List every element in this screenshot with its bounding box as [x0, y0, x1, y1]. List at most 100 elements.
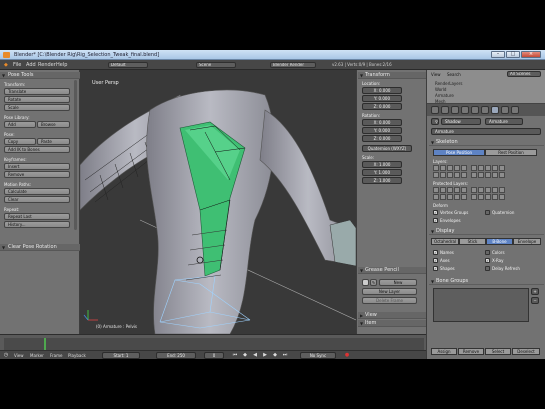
history-button[interactable]: History...	[4, 221, 70, 228]
envelopes-checkbox[interactable]: ✓	[433, 218, 438, 223]
jump-start-icon[interactable]: ⏮	[232, 353, 238, 358]
end-frame-field[interactable]: End: 250	[156, 352, 196, 359]
grease-pencil-delete-frame-button[interactable]: Delete Frame	[362, 297, 417, 304]
bone-group-remove-bones-button[interactable]: Remove	[458, 348, 484, 355]
pose-library-browse-button[interactable]: Browse	[37, 121, 70, 128]
skeleton-header[interactable]: ▼ Skeleton	[429, 139, 544, 146]
3d-viewport[interactable]: User Persp (0) Armature : Pelvis	[80, 70, 356, 334]
close-button[interactable]: ×	[521, 51, 541, 58]
armature-name-field[interactable]: Armature	[431, 128, 541, 135]
colors-checkbox[interactable]	[485, 250, 490, 255]
outliner-row[interactable]: Armature	[435, 93, 454, 98]
grease-pencil-checkbox[interactable]	[362, 279, 369, 286]
grease-pencil-new-button[interactable]: New	[379, 279, 417, 286]
render-engine-select[interactable]: Blender Render	[270, 62, 316, 68]
vertex-groups-checkbox[interactable]: ✓	[433, 210, 438, 215]
location-y-field[interactable]: Y: 0.000	[362, 95, 402, 102]
armature-data-tab-icon[interactable]	[491, 106, 499, 114]
rotation-mode-select[interactable]: Quaternion (WXYZ)	[362, 145, 412, 152]
object-mode2-field[interactable]: Armature	[485, 118, 523, 125]
rotation-y-field[interactable]: Y: 0.000	[362, 127, 402, 134]
pose-tools-header[interactable]: ▼ Pose Tools	[0, 72, 80, 79]
rotation-z-field[interactable]: Z: 0.000	[362, 135, 402, 142]
quaternion-checkbox[interactable]	[485, 210, 490, 215]
delay-refresh-checkbox[interactable]	[485, 266, 490, 271]
timeline-menu-playback[interactable]: Playback	[68, 353, 86, 358]
bone-groups-header[interactable]: ▼ Bone Groups	[429, 278, 544, 285]
screen-layout-select[interactable]: Default	[108, 62, 148, 68]
scene-tab-icon[interactable]	[441, 106, 449, 114]
grease-pencil-new-layer-button[interactable]: New Layer	[362, 288, 417, 295]
add-ik-button[interactable]: Add IK to Bones	[4, 146, 70, 153]
scale-button[interactable]: Scale	[4, 104, 70, 111]
transform-header[interactable]: ▼ Transform	[358, 72, 426, 79]
protected-layers-grid-left[interactable]	[433, 187, 467, 200]
motion-paths-clear-button[interactable]: Clear	[4, 196, 70, 203]
rotate-button[interactable]: Rotate	[4, 96, 70, 103]
bone-group-assign-button[interactable]: Assign	[431, 348, 457, 355]
rest-position-toggle[interactable]: Rest Position	[485, 149, 537, 156]
display-header[interactable]: ▼ Display	[429, 228, 544, 235]
location-x-field[interactable]: X: 0.000	[362, 87, 402, 94]
object-tab-icon[interactable]	[461, 106, 469, 114]
bone-groups-list[interactable]	[433, 288, 529, 322]
layers-grid-left[interactable]	[433, 165, 467, 178]
grease-pencil-pin-icon[interactable]: ✎	[370, 279, 377, 286]
display-stick[interactable]: Stick	[459, 238, 486, 245]
timeline-editor-icon[interactable]: ◷	[3, 353, 9, 358]
display-bbone[interactable]: B-Bone	[486, 238, 513, 245]
menu-help[interactable]: Help	[56, 62, 67, 68]
timeline-menu-view[interactable]: View	[14, 353, 24, 358]
operator-panel-header[interactable]: ▼ Clear Pose Rotation	[0, 244, 80, 251]
grease-pencil-header[interactable]: ▼ Grease Pencil	[358, 267, 426, 274]
timeline-track[interactable]	[4, 338, 424, 350]
tool-shelf-scrollbar[interactable]	[74, 80, 77, 230]
scale-z-field[interactable]: Z: 1.000	[362, 177, 402, 184]
timeline-menu-marker[interactable]: Marker	[30, 353, 44, 358]
scale-y-field[interactable]: Y: 1.000	[362, 169, 402, 176]
location-z-field[interactable]: Z: 0.000	[362, 103, 402, 110]
current-frame-field[interactable]: 0	[204, 352, 224, 359]
pin-icon[interactable]: ⚲	[431, 118, 439, 125]
object-mode-field[interactable]: Shadow	[441, 118, 481, 125]
modifiers-tab-icon[interactable]	[481, 106, 489, 114]
play-icon[interactable]: ▶	[262, 353, 268, 358]
outliner-menu-search[interactable]: Search	[447, 72, 461, 77]
shapes-checkbox[interactable]: ✓	[433, 266, 438, 271]
constraints-tab-icon[interactable]	[471, 106, 479, 114]
keyframe-remove-button[interactable]: Remove	[4, 171, 70, 178]
item-header[interactable]: ▼ Item	[358, 320, 426, 327]
editor-type-icon[interactable]: ◆	[4, 62, 8, 68]
pose-library-add-button[interactable]: Add	[4, 121, 36, 128]
scene-select[interactable]: Scene	[196, 62, 236, 68]
xray-checkbox[interactable]: ✓	[485, 258, 490, 263]
prev-keyframe-icon[interactable]: ◆	[242, 353, 248, 358]
timeline-menu-frame[interactable]: Frame	[50, 353, 62, 358]
jump-end-icon[interactable]: ⏭	[282, 353, 288, 358]
names-checkbox[interactable]: ✓	[433, 250, 438, 255]
menu-file[interactable]: File	[13, 62, 21, 68]
outliner-row[interactable]: RenderLayers	[435, 81, 462, 86]
outliner-menu-view[interactable]: View	[431, 72, 441, 77]
outliner-row[interactable]: World	[435, 87, 446, 92]
bone-group-remove-button[interactable]: −	[531, 297, 539, 304]
translate-button[interactable]: Translate	[4, 88, 70, 95]
sync-mode-select[interactable]: No Sync	[300, 352, 336, 359]
display-envelope[interactable]: Envelope	[513, 238, 541, 245]
maximize-button[interactable]: □	[506, 51, 520, 58]
menu-render[interactable]: Render	[38, 62, 56, 68]
start-frame-field[interactable]: Start: 1	[102, 352, 140, 359]
bone-group-deselect-button[interactable]: Deselect	[512, 348, 540, 355]
keyframe-insert-button[interactable]: Insert	[4, 163, 70, 170]
protected-layers-grid-right[interactable]	[471, 187, 505, 200]
bone-group-add-button[interactable]: +	[531, 288, 539, 295]
pose-copy-button[interactable]: Copy	[4, 138, 36, 145]
pose-paste-button[interactable]: Paste	[37, 138, 70, 145]
current-frame-cursor[interactable]	[44, 338, 46, 350]
minimize-button[interactable]: –	[491, 51, 505, 58]
axes-checkbox[interactable]: ✓	[433, 258, 438, 263]
bone-constraints-tab-icon[interactable]	[511, 106, 519, 114]
repeat-last-button[interactable]: Repeat Last	[4, 213, 70, 220]
world-tab-icon[interactable]	[451, 106, 459, 114]
record-icon[interactable]: ●	[344, 353, 350, 358]
